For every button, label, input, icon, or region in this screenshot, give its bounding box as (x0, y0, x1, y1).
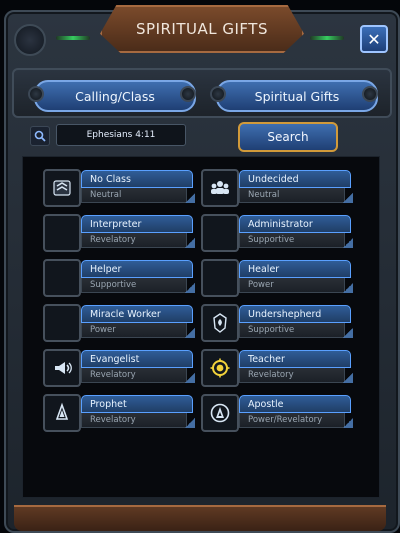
card-corner-accent (185, 193, 195, 203)
search-button-label: Search (267, 130, 309, 144)
gift-card[interactable]: Administrator Supportive (201, 214, 353, 252)
search-button[interactable]: Search (238, 122, 338, 152)
search-bar: Ephesians 4:11 Search (22, 122, 378, 152)
gift-name: Administrator (239, 215, 351, 233)
status-light-left (56, 36, 90, 40)
tab-label: Calling/Class (75, 88, 155, 104)
gift-card[interactable]: Apostle Power/Revelatory (201, 394, 353, 432)
gift-card[interactable]: Teacher Revelatory (201, 349, 353, 387)
gift-name: Helper (81, 260, 193, 278)
gift-card[interactable]: Helper Supportive (43, 259, 195, 297)
tabbar: Calling/Class Spiritual Gifts (12, 68, 392, 118)
stacked-chevrons-icon (43, 169, 81, 207)
gift-card[interactable]: Undecided Neutral (201, 169, 353, 207)
gift-card[interactable]: Undershepherd Supportive (201, 304, 353, 342)
gift-card[interactable]: Prophet Revelatory (43, 394, 195, 432)
top-left-knob (14, 24, 46, 56)
card-corner-accent (343, 238, 353, 248)
gift-type: Supportive (81, 278, 187, 293)
card-corner-accent (343, 373, 353, 383)
gift-type: Power/Revelatory (239, 413, 345, 428)
empty-slot-icon (43, 214, 81, 252)
gift-type: Supportive (239, 323, 345, 338)
gift-type: Revelatory (81, 413, 187, 428)
radiant-gear-icon (201, 349, 239, 387)
page-title: SPIRITUAL GIFTS (100, 5, 304, 53)
card-corner-accent (185, 418, 195, 428)
empty-slot-icon (201, 259, 239, 297)
card-corner-accent (185, 238, 195, 248)
card-corner-accent (185, 328, 195, 338)
gift-name: No Class (81, 170, 193, 188)
tab-knob-3 (210, 86, 226, 102)
magnifier-icon (34, 130, 46, 142)
gift-list: No Class Neutral Undecided Neutral Interpre… (22, 156, 380, 498)
gift-card[interactable]: Evangelist Revelatory (43, 349, 195, 387)
close-button[interactable]: ✕ (360, 25, 388, 53)
megaphone-icon (43, 349, 81, 387)
gift-name: Interpreter (81, 215, 193, 233)
tab-calling-class[interactable]: Calling/Class (34, 80, 196, 112)
tab-label: Spiritual Gifts (254, 88, 340, 104)
card-corner-accent (185, 373, 195, 383)
gift-name: Teacher (239, 350, 351, 368)
card-corner-accent (185, 283, 195, 293)
gift-type: Supportive (239, 233, 345, 248)
gift-type: Revelatory (81, 233, 187, 248)
close-icon: ✕ (367, 29, 381, 49)
card-corner-accent (343, 328, 353, 338)
search-icon[interactable] (30, 126, 50, 146)
card-corner-accent (343, 193, 353, 203)
gift-card[interactable]: Healer Power (201, 259, 353, 297)
gift-name: Undershepherd (239, 305, 351, 323)
spire-icon (43, 394, 81, 432)
gift-name: Miracle Worker (81, 305, 193, 323)
status-light-right (310, 36, 344, 40)
bottom-bar (14, 505, 386, 531)
gift-card[interactable]: Interpreter Revelatory (43, 214, 195, 252)
gift-card[interactable]: No Class Neutral (43, 169, 195, 207)
gift-type: Power (239, 278, 345, 293)
gift-name: Apostle (239, 395, 351, 413)
gift-name: Undecided (239, 170, 351, 188)
tab-knob-2 (180, 86, 196, 102)
gift-type: Revelatory (81, 368, 187, 383)
gift-card[interactable]: Miracle Worker Power (43, 304, 195, 342)
tab-spiritual-gifts[interactable]: Spiritual Gifts (216, 80, 378, 112)
empty-slot-icon (43, 259, 81, 297)
card-corner-accent (343, 283, 353, 293)
gift-type: Neutral (239, 188, 345, 203)
gift-type: Power (81, 323, 187, 338)
empty-slot-icon (43, 304, 81, 342)
gift-name: Evangelist (81, 350, 193, 368)
gift-name: Prophet (81, 395, 193, 413)
tab-knob-1 (28, 86, 44, 102)
gift-type: Neutral (81, 188, 187, 203)
card-corner-accent (343, 418, 353, 428)
tab-knob-4 (362, 86, 378, 102)
gift-type: Revelatory (239, 368, 345, 383)
group-icon (201, 169, 239, 207)
gift-name: Healer (239, 260, 351, 278)
empty-slot-icon (201, 214, 239, 252)
shield-drop-icon (201, 304, 239, 342)
search-input[interactable]: Ephesians 4:11 (56, 124, 186, 146)
spire-circle-icon (201, 394, 239, 432)
